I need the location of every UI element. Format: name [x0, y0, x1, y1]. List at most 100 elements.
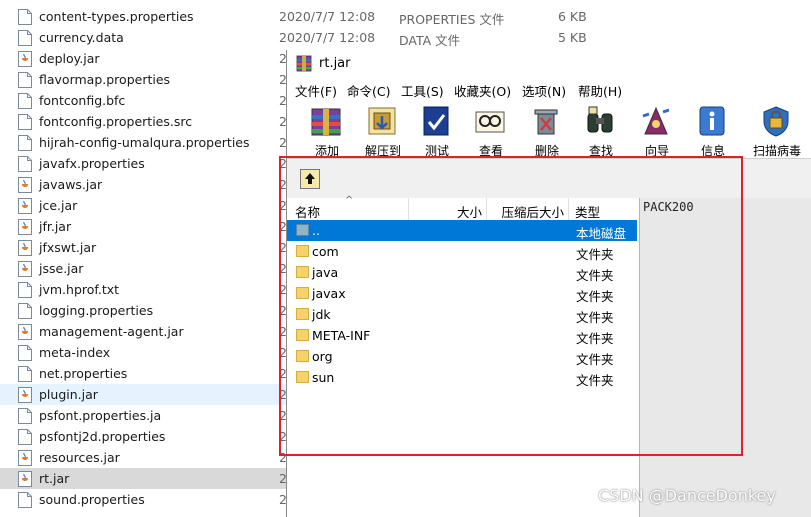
explorer-file-name: content-types.properties [39, 9, 194, 24]
file-icon [18, 72, 32, 88]
column-size-label: 大小 [456, 205, 482, 220]
folder-icon [296, 266, 309, 278]
file-icon [18, 366, 32, 382]
archive-row[interactable]: java 文件夹 [287, 262, 639, 283]
info-pane: PACK200 [640, 198, 811, 517]
menu-tools[interactable]: 工具(S) [401, 81, 444, 100]
menu-command[interactable]: 命令(C) [347, 81, 390, 100]
menu-help[interactable]: 帮助(H) [578, 81, 622, 100]
wizard-button[interactable]: 向导 [629, 104, 679, 158]
archive-row-name: jdk [312, 307, 331, 322]
archive-row-name: java [312, 265, 339, 280]
path-bar [287, 158, 811, 199]
test-button[interactable]: 测试 [409, 104, 459, 158]
find-icon [583, 104, 617, 138]
scan-virus-label: 扫描病毒 [752, 144, 801, 158]
file-icon [18, 114, 32, 130]
explorer-file-name: javaws.jar [39, 177, 103, 192]
view-button[interactable]: 查看 [463, 104, 513, 158]
explorer-file-name: jsse.jar [39, 261, 84, 276]
scan-virus-icon [759, 104, 793, 138]
info-label: 信息 [700, 144, 725, 158]
up-folder-button[interactable] [300, 169, 320, 189]
explorer-row[interactable]: currency.data 2020/7/7 12:08 DATA 文件 5 KB [0, 27, 811, 48]
archive-row-type: 本地磁盘 [576, 226, 627, 241]
jar-icon [18, 387, 32, 403]
jar-icon [18, 177, 32, 193]
info-icon [695, 104, 729, 138]
column-type-label: 类型 [575, 205, 601, 220]
delete-button[interactable]: 删除 [519, 104, 569, 158]
add-button[interactable]: 添加 [299, 104, 349, 158]
explorer-row[interactable]: content-types.properties 2020/7/7 12:08 PR… [0, 6, 811, 27]
toolbar: 添加 解压到 测试 查看 删除 查找 向导 信息 扫描病毒 [287, 100, 811, 158]
jar-icon [18, 240, 32, 256]
explorer-file-name: meta-index [39, 345, 111, 360]
file-icon [18, 408, 32, 424]
extract-to-label: 解压到 [364, 144, 401, 158]
archive-comment: PACK200 [643, 200, 694, 214]
archive-row-type: 文件夹 [576, 310, 614, 325]
file-icon [18, 135, 32, 151]
delete-label: 删除 [534, 144, 559, 158]
explorer-file-name: jvm.hprof.txt [39, 282, 120, 297]
explorer-file-name: logging.properties [39, 303, 154, 318]
title-bar[interactable]: rt.jar [287, 50, 811, 78]
wizard-icon [639, 104, 673, 138]
explorer-file-date: 2020/7/7 12:08 [279, 30, 376, 45]
extract-to-button[interactable]: 解压到 [355, 104, 405, 158]
archive-row[interactable]: jdk 文件夹 [287, 304, 639, 325]
file-icon [18, 156, 32, 172]
explorer-file-type: DATA 文件 [399, 33, 461, 48]
archive-row-name: javax [312, 286, 346, 301]
jar-icon [18, 324, 32, 340]
archive-row-name: .. [312, 223, 320, 238]
column-header-size[interactable]: 大小 [409, 198, 487, 220]
info-button[interactable]: 信息 [685, 104, 735, 158]
jar-icon [18, 51, 32, 67]
archive-row[interactable]: META-INF 文件夹 [287, 325, 639, 346]
archive-row-type: 文件夹 [576, 289, 614, 304]
wizard-label: 向导 [644, 144, 669, 158]
column-header-name[interactable]: 名称 ^ [287, 195, 409, 220]
column-header-packed[interactable]: 压缩后大小 [487, 198, 569, 220]
column-packed-label: 压缩后大小 [501, 205, 564, 220]
explorer-file-name: psfont.properties.ja [39, 408, 162, 423]
explorer-file-type: PROPERTIES 文件 [399, 12, 505, 27]
archive-row[interactable]: com 文件夹 [287, 241, 639, 262]
explorer-file-name: flavormap.properties [39, 72, 171, 87]
archive-row-name: META-INF [312, 328, 371, 343]
file-icon [18, 429, 32, 445]
folder-icon [296, 308, 309, 320]
view-icon [473, 104, 507, 138]
explorer-file-size: 5 KB [558, 30, 587, 45]
menu-file[interactable]: 文件(F) [295, 81, 337, 100]
explorer-file-name: fontconfig.properties.src [39, 114, 193, 129]
column-header-type[interactable]: 类型 [569, 198, 639, 220]
file-icon [18, 492, 32, 508]
menu-bar: 文件(F) 命令(C) 工具(S) 收藏夹(O) 选项(N) 帮助(H) [287, 78, 811, 100]
archive-row[interactable]: .. 本地磁盘 [287, 220, 637, 241]
menu-favorites[interactable]: 收藏夹(O) [454, 81, 511, 100]
explorer-file-name: resources.jar [39, 450, 120, 465]
scan-virus-button[interactable]: 扫描病毒 [749, 104, 801, 158]
archive-row[interactable]: org 文件夹 [287, 346, 639, 367]
jar-icon [18, 450, 32, 466]
folder-icon [296, 329, 309, 341]
folder-icon [296, 350, 309, 362]
jar-icon [18, 198, 32, 214]
explorer-file-name: jce.jar [39, 198, 78, 213]
file-icon [18, 345, 32, 361]
explorer-file-name: fontconfig.bfc [39, 93, 126, 108]
folder-icon [296, 371, 309, 383]
find-button[interactable]: 查找 [573, 104, 623, 158]
test-label: 测试 [424, 144, 449, 158]
archive-row-name: com [312, 244, 339, 259]
archive-row[interactable]: javax 文件夹 [287, 283, 639, 304]
explorer-file-name: plugin.jar [39, 387, 98, 402]
archive-row[interactable]: sun 文件夹 [287, 367, 639, 388]
menu-options[interactable]: 选项(N) [522, 81, 566, 100]
explorer-file-name: javafx.properties [39, 156, 145, 171]
explorer-file-name: jfr.jar [39, 219, 72, 234]
column-name-label: 名称 [295, 205, 321, 220]
